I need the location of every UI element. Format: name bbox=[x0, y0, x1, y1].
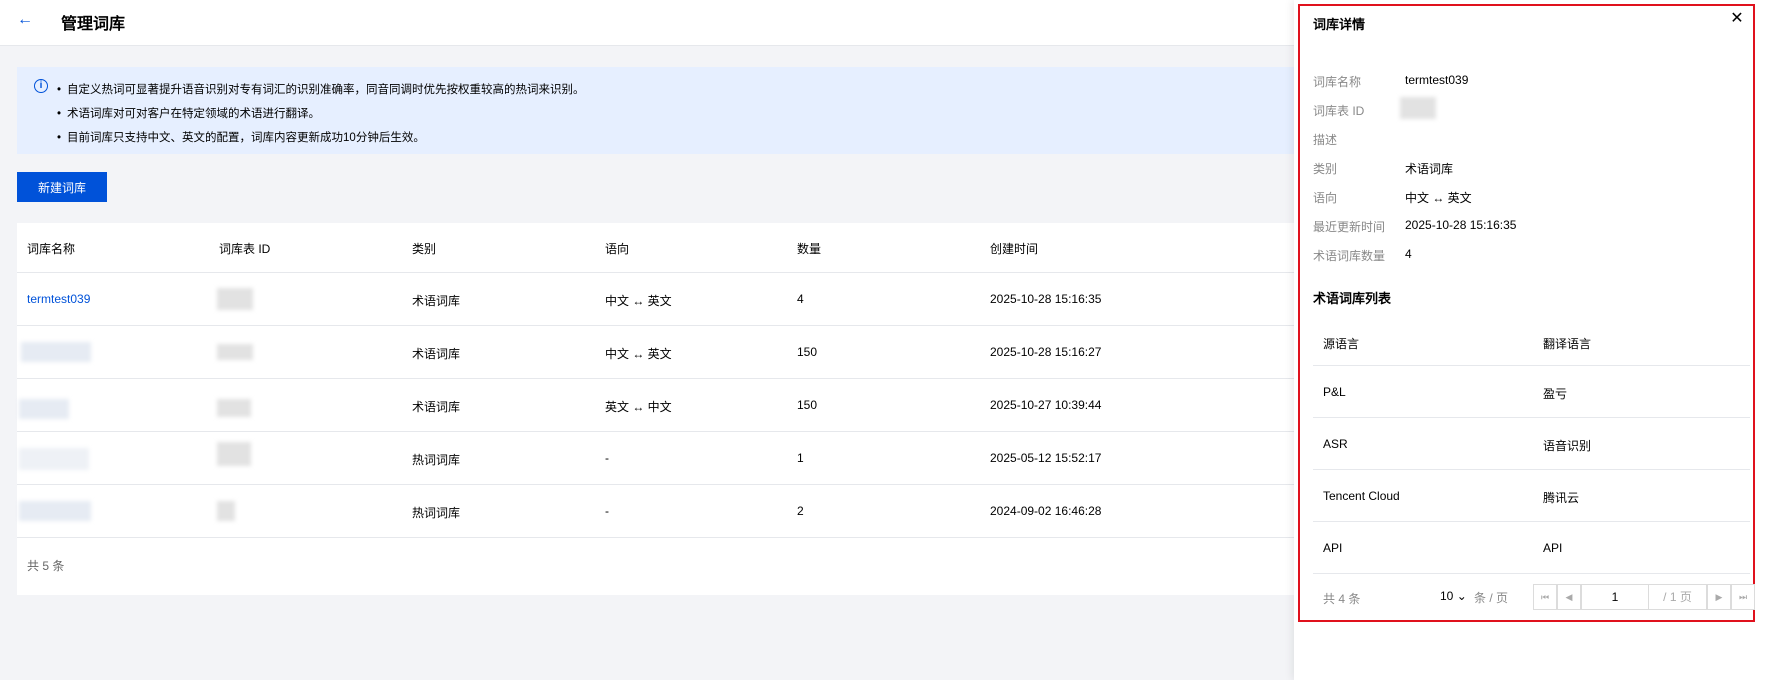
redacted-id bbox=[217, 501, 235, 521]
direction-cell: 中文 ↔ 英文 bbox=[605, 294, 672, 308]
chevron-down-icon: ⌄ bbox=[1456, 589, 1467, 603]
column-header-direction: 语向 bbox=[605, 242, 630, 256]
page-size-unit: 条 / 页 bbox=[1474, 591, 1509, 605]
target-term: 语音识别 bbox=[1543, 439, 1592, 453]
direction-cell: - bbox=[605, 504, 609, 518]
column-header-count: 数量 bbox=[797, 242, 822, 256]
library-name-link[interactable]: termtest039 bbox=[27, 292, 90, 306]
redacted-name bbox=[19, 501, 91, 521]
table-row[interactable]: termtest039 术语词库 中文 ↔ 英文 4 2025-10-28 15… bbox=[17, 273, 1417, 326]
count-cell: 150 bbox=[797, 345, 818, 359]
redacted-id bbox=[217, 344, 253, 360]
page-size-value: 10 bbox=[1440, 589, 1454, 603]
term-row: ASR 语音识别 bbox=[1313, 418, 1750, 470]
source-term: ASR bbox=[1323, 437, 1348, 451]
field-label: 词库名称 bbox=[1313, 75, 1362, 89]
field-value-direction: 中文 ↔ 英文 bbox=[1405, 191, 1472, 205]
term-table-header: 源语言 翻译语言 bbox=[1313, 318, 1750, 366]
count-cell: 2 bbox=[797, 504, 804, 518]
table-row[interactable]: 术语词库 英文 ↔ 中文 150 2025-10-27 10:39:44 bbox=[17, 379, 1417, 432]
type-cell: 热词词库 bbox=[412, 453, 461, 467]
column-header-name: 词库名称 bbox=[27, 242, 76, 256]
source-term: P&L bbox=[1323, 385, 1346, 399]
first-page-icon[interactable]: ⏮ bbox=[1533, 584, 1557, 610]
redacted-id bbox=[1400, 97, 1436, 119]
info-alert: i 自定义热词可显著提升语音识别对专有词汇的识别准确率，同音同调时优先按权重较高… bbox=[17, 67, 1417, 154]
drawer-title: 词库详情 bbox=[1313, 17, 1366, 32]
redacted-name bbox=[21, 342, 91, 362]
redacted-id bbox=[217, 399, 251, 417]
column-header-target: 翻译语言 bbox=[1543, 337, 1592, 351]
table-total: 共 5 条 bbox=[27, 559, 65, 573]
redacted-name bbox=[19, 399, 69, 419]
column-header-created: 创建时间 bbox=[990, 242, 1039, 256]
alert-line: 目前词库只支持中文、英文的配置，词库内容更新成功10分钟后生效。 bbox=[57, 126, 585, 150]
direction-cell: 中文 ↔ 英文 bbox=[605, 347, 672, 361]
table-row[interactable]: 术语词库 中文 ↔ 英文 150 2025-10-28 15:16:27 bbox=[17, 326, 1417, 379]
column-header-type: 类别 bbox=[412, 242, 437, 256]
page-size-select[interactable]: 10 ⌄ bbox=[1440, 589, 1467, 603]
table-row[interactable]: 热词词库 - 1 2025-05-12 15:52:17 bbox=[17, 432, 1417, 485]
term-row: P&L 盈亏 bbox=[1313, 366, 1750, 418]
alert-line: 术语词库对可对客户在特定领域的术语进行翻译。 bbox=[57, 102, 585, 126]
page-number-input[interactable] bbox=[1581, 584, 1649, 610]
info-icon: i bbox=[34, 79, 48, 93]
field-value-type: 术语词库 bbox=[1405, 162, 1454, 176]
field-label: 类别 bbox=[1313, 162, 1338, 176]
created-cell: 2025-10-28 15:16:35 bbox=[990, 292, 1102, 306]
field-value-name: termtest039 bbox=[1405, 73, 1469, 87]
source-term: API bbox=[1323, 541, 1343, 555]
created-cell: 2025-10-28 15:16:27 bbox=[990, 345, 1102, 359]
alert-line: 自定义热词可显著提升语音识别对专有词汇的识别准确率，同音同调时优先按权重较高的热… bbox=[57, 78, 585, 102]
field-label: 词库表 ID bbox=[1313, 104, 1365, 118]
type-cell: 术语词库 bbox=[412, 294, 461, 308]
redacted-id bbox=[217, 442, 251, 466]
field-label: 术语词库数量 bbox=[1313, 249, 1386, 263]
field-label: 最近更新时间 bbox=[1313, 220, 1386, 234]
page-title: 管理词库 bbox=[61, 16, 126, 33]
direction-cell: - bbox=[605, 451, 609, 465]
alert-list: 自定义热词可显著提升语音识别对专有词汇的识别准确率，同音同调时优先按权重较高的热… bbox=[57, 78, 585, 150]
field-value-updated: 2025-10-28 15:16:35 bbox=[1405, 218, 1517, 232]
type-cell: 术语词库 bbox=[412, 400, 461, 414]
back-arrow-icon[interactable]: ← bbox=[14, 9, 36, 31]
prev-page-icon[interactable]: ◀ bbox=[1557, 584, 1581, 610]
term-row: Tencent Cloud 腾讯云 bbox=[1313, 470, 1750, 522]
type-cell: 热词词库 bbox=[412, 506, 461, 520]
target-term: 腾讯云 bbox=[1543, 491, 1580, 505]
page-count: / 1 页 bbox=[1649, 584, 1707, 610]
count-cell: 1 bbox=[797, 451, 804, 465]
target-term: 盈亏 bbox=[1543, 387, 1568, 401]
term-list-title: 术语词库列表 bbox=[1313, 291, 1392, 306]
field-label: 描述 bbox=[1313, 133, 1338, 147]
last-page-icon[interactable]: ⏭ bbox=[1731, 584, 1755, 610]
direction-cell: 英文 ↔ 中文 bbox=[605, 400, 672, 414]
count-cell: 150 bbox=[797, 398, 818, 412]
redacted-id bbox=[217, 288, 253, 310]
target-term: API bbox=[1543, 541, 1563, 555]
pager-total: 共 4 条 bbox=[1323, 592, 1361, 606]
count-cell: 4 bbox=[797, 292, 804, 306]
redacted-name bbox=[19, 448, 89, 470]
create-library-button[interactable]: 新建词库 bbox=[17, 172, 107, 202]
column-header-source: 源语言 bbox=[1323, 337, 1360, 351]
term-row: API API bbox=[1313, 522, 1750, 574]
table-header: 词库名称 词库表 ID 类别 语向 数量 创建时间 bbox=[17, 223, 1417, 273]
created-cell: 2025-10-27 10:39:44 bbox=[990, 398, 1102, 412]
table-row[interactable]: 热词词库 - 2 2024-09-02 16:46:28 bbox=[17, 485, 1417, 538]
next-page-icon[interactable]: ▶ bbox=[1707, 584, 1731, 610]
library-table: 词库名称 词库表 ID 类别 语向 数量 创建时间 termtest039 术语… bbox=[17, 223, 1417, 595]
created-cell: 2025-05-12 15:52:17 bbox=[990, 451, 1102, 465]
created-cell: 2024-09-02 16:46:28 bbox=[990, 504, 1102, 518]
field-value-count: 4 bbox=[1405, 247, 1412, 261]
type-cell: 术语词库 bbox=[412, 347, 461, 361]
field-label: 语向 bbox=[1313, 191, 1338, 205]
column-header-id: 词库表 ID bbox=[219, 242, 271, 256]
close-icon[interactable]: ✕ bbox=[1728, 10, 1746, 28]
source-term: Tencent Cloud bbox=[1323, 489, 1400, 503]
